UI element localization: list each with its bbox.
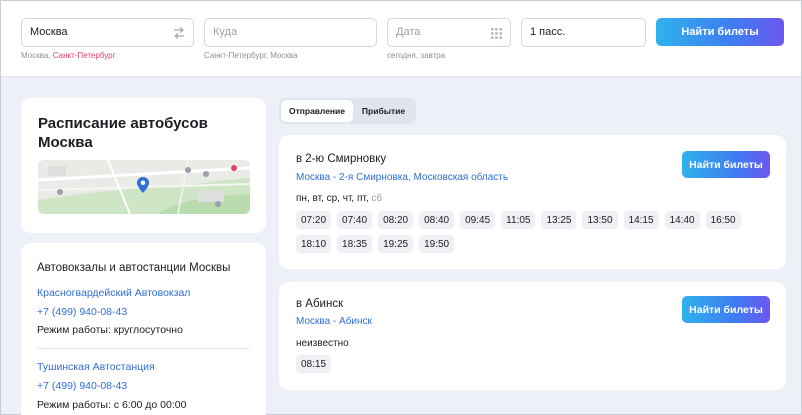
swap-icon[interactable] bbox=[172, 26, 186, 40]
date-field[interactable]: Дата bbox=[387, 18, 511, 47]
from-field-value: Москва bbox=[30, 26, 68, 38]
time-chip[interactable]: 08:40 bbox=[419, 211, 455, 229]
station-phone[interactable]: +7 (499) 940-08-43 bbox=[37, 306, 127, 318]
route-find-tickets-button[interactable]: Найти билеты bbox=[682, 296, 770, 323]
to-field[interactable]: Куда bbox=[204, 18, 377, 47]
from-hint: Москва, Санкт-Петербург bbox=[21, 51, 116, 60]
time-chip[interactable]: 19:25 bbox=[378, 235, 414, 253]
stations-card: Автовокзалы и автостанции Москвы Красног… bbox=[21, 243, 266, 415]
time-chip[interactable]: 08:20 bbox=[378, 211, 414, 229]
time-chip[interactable]: 08:15 bbox=[296, 355, 332, 373]
map-preview[interactable] bbox=[38, 160, 250, 214]
departure-times: 08:15 bbox=[296, 355, 756, 373]
time-chip[interactable]: 07:40 bbox=[337, 211, 373, 229]
time-chip[interactable]: 18:10 bbox=[296, 235, 332, 253]
calendar-icon[interactable] bbox=[489, 26, 503, 40]
station-link[interactable]: Тушинская Автостанция bbox=[37, 361, 155, 373]
stations-heading: Автовокзалы и автостанции Москвы bbox=[37, 262, 231, 274]
route-days: пн, вт, ср, чт, пт, сб bbox=[296, 193, 382, 204]
station-link[interactable]: Красногвардейский Автовокзал bbox=[37, 287, 190, 299]
date-field-placeholder: Дата bbox=[396, 26, 421, 38]
time-chip[interactable]: 16:50 bbox=[705, 211, 741, 229]
tab-departure[interactable]: Отправление bbox=[281, 100, 353, 122]
route-card: в Абинск Москва - Абинск неизвестно 08:1… bbox=[279, 282, 786, 390]
time-chip[interactable]: 14:40 bbox=[664, 211, 700, 229]
route-days: неизвестно bbox=[296, 338, 349, 349]
passengers-value: 1 пасс. bbox=[530, 26, 566, 38]
time-chip[interactable]: 13:50 bbox=[582, 211, 618, 229]
passengers-field[interactable]: 1 пасс. bbox=[521, 18, 646, 47]
station-phone[interactable]: +7 (499) 940-08-43 bbox=[37, 380, 127, 392]
to-field-placeholder: Куда bbox=[213, 26, 238, 38]
time-chip[interactable]: 11:05 bbox=[501, 211, 536, 229]
time-chip[interactable]: 19:50 bbox=[419, 235, 455, 253]
route-link[interactable]: Москва - 2-я Смирновка, Московская облас… bbox=[296, 172, 508, 183]
to-hint[interactable]: Санкт-Петербург, Москва bbox=[204, 51, 298, 60]
from-hint-text: Москва, bbox=[21, 51, 53, 60]
route-card: в 2-ю Смирновку Москва - 2-я Смирновка, … bbox=[279, 135, 786, 269]
station-hours: Режим работы: с 6:00 до 00:00 bbox=[37, 399, 187, 411]
route-find-tickets-button[interactable]: Найти билеты bbox=[682, 151, 770, 178]
route-link[interactable]: Москва - Абинск bbox=[296, 316, 372, 327]
time-chip[interactable]: 07:20 bbox=[296, 211, 332, 229]
from-field[interactable]: Москва bbox=[21, 18, 194, 47]
route-days-muted: сб bbox=[371, 193, 383, 204]
route-days-main: пн, вт, ср, чт, пт, bbox=[296, 193, 372, 204]
tab-arrival[interactable]: Прибытие bbox=[353, 100, 414, 122]
route-title: в Абинск bbox=[296, 298, 344, 310]
route-title: в 2-ю Смирновку bbox=[296, 153, 387, 165]
map-pin-icon bbox=[137, 177, 149, 198]
departure-times: 07:20 07:40 08:20 08:40 09:45 11:05 13:2… bbox=[296, 211, 756, 253]
date-hint[interactable]: сегодня, завтра bbox=[387, 51, 445, 60]
time-chip[interactable]: 13:25 bbox=[541, 211, 577, 229]
station-divider bbox=[37, 348, 250, 349]
direction-tabs: Отправление Прибытие bbox=[279, 98, 416, 124]
from-hint-link[interactable]: Санкт-Петербург bbox=[53, 51, 116, 60]
time-chip[interactable]: 14:15 bbox=[623, 211, 659, 229]
search-bar: Москва Москва, Санкт-Петербург Куда Санк… bbox=[1, 1, 801, 77]
find-tickets-button[interactable]: Найти билеты bbox=[656, 18, 784, 46]
time-chip[interactable]: 09:45 bbox=[460, 211, 496, 229]
page-title: Расписание автобусов Москва bbox=[38, 115, 208, 151]
station-hours: Режим работы: круглосуточно bbox=[37, 324, 183, 336]
schedule-card: Расписание автобусов Москва bbox=[21, 98, 266, 233]
time-chip[interactable]: 18:35 bbox=[337, 235, 373, 253]
